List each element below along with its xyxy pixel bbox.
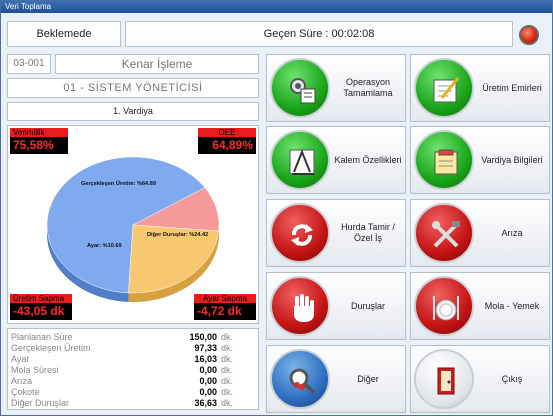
plate-cutlery-icon (414, 276, 474, 336)
window-title: Veri Toplama (1, 1, 552, 13)
operation-code: 03-001 (7, 54, 51, 74)
stat-row: Mola Süresi 0,00 dk. (11, 365, 255, 376)
stat-row: Gerçekleşen Üretim 97,33 dk. (11, 343, 255, 354)
magnifier-icon (270, 349, 330, 409)
stat-row: Planlanan Süre 150,00 dk. (11, 332, 255, 343)
door-exit-icon (414, 349, 474, 409)
stat-row: Çokote 0,00 dk. (11, 387, 255, 398)
ruler-square-icon (270, 130, 330, 190)
operation-complete-button[interactable]: Operasyon Tamamlama (266, 54, 406, 122)
stat-value: 97,33 (194, 343, 217, 353)
stat-unit: dk. (221, 354, 234, 364)
item-properties-label: Kalem Özellikleri (334, 154, 402, 165)
stoppages-label: Duruşlar (350, 300, 385, 311)
efficiency-value: 75,58% (10, 137, 68, 154)
oee-value: 64,89% (198, 137, 256, 154)
production-deviation-kpi: Üretim Sapma -43,05 dk (10, 294, 72, 320)
pencil-notepad-icon (414, 58, 474, 118)
stoppages-button[interactable]: Duruşlar (266, 272, 406, 340)
stat-unit: dk. (221, 343, 234, 353)
oee-label: OEE (198, 128, 256, 137)
fault-button[interactable]: Arıza (410, 199, 550, 267)
operation-complete-label: Operasyon Tamamlama (343, 77, 393, 98)
stat-value: 150,00 (189, 332, 217, 342)
stat-name: Diğer Duruşlar (11, 398, 70, 408)
other-button[interactable]: Diğer (266, 345, 406, 413)
efficiency-kpi: Verimlilik 75,58% (10, 128, 68, 154)
tools-icon (414, 203, 474, 263)
efficiency-label: Verimlilik (10, 128, 68, 137)
scrap-repair-label: Hurda Tamir / Özel İş (341, 222, 395, 243)
status-display: Beklemede (7, 21, 121, 47)
stats-panel: Planlanan Süre 150,00 dk. Gerçekleşen Üreti… (7, 328, 259, 410)
setup-deviation-value: -4,72 dk (194, 303, 256, 320)
stop-button[interactable] (519, 25, 539, 45)
break-meal-button[interactable]: Mola - Yemek (410, 272, 550, 340)
shift-name: 1. Vardiya (7, 102, 259, 121)
stat-name: Planlanan Süre (11, 332, 73, 342)
user-name: 01 - SİSTEM YÖNETİCİSİ (7, 78, 259, 98)
production-deviation-label: Üretim Sapma (10, 294, 72, 303)
pie-label: Ayar: %10.69 (87, 243, 122, 249)
shift-info-label: Vardiya Bilgileri (481, 154, 543, 165)
setup-deviation-kpi: Ayar Sapma -4,72 dk (194, 294, 256, 320)
other-label: Diğer (357, 373, 379, 384)
refresh-arrows-icon (270, 203, 330, 263)
hand-stop-icon (270, 276, 330, 336)
setup-deviation-label: Ayar Sapma (194, 294, 256, 303)
shift-info-button[interactable]: Vardiya Bilgileri (410, 126, 550, 194)
stat-row: Diğer Duruşlar 36,63 dk. (11, 398, 255, 409)
fault-label: Arıza (501, 227, 523, 238)
stat-name: Ayar (11, 354, 30, 364)
chart-panel: Gerçekleşen Üretim: %64.89 Ayar: %10.69 Di… (7, 125, 259, 324)
oee-kpi: OEE 64,89% (198, 128, 256, 154)
stat-row: Ayar 16,03 dk. (11, 354, 255, 365)
stat-value: 36,63 (194, 398, 217, 408)
stat-name: Mola Süresi (11, 365, 59, 375)
production-orders-button[interactable]: Üretim Emirleri (410, 54, 550, 122)
stat-name: Çokote (11, 387, 40, 397)
stat-unit: dk. (221, 387, 234, 397)
gear-checklist-icon (270, 58, 330, 118)
break-meal-label: Mola - Yemek (484, 300, 540, 311)
stat-unit: dk. (221, 365, 234, 375)
pie-label: Gerçekleşen Üretim: %64.89 (81, 180, 156, 187)
stat-row: Arıza 0,00 dk. (11, 376, 255, 387)
operation-name: Kenar İşleme (55, 54, 259, 74)
stat-value: 0,00 (199, 365, 217, 375)
exit-button[interactable]: Çıkış (410, 345, 550, 413)
stat-value: 0,00 (199, 376, 217, 386)
stat-value: 16,03 (194, 354, 217, 364)
stat-unit: dk. (221, 376, 234, 386)
item-properties-button[interactable]: Kalem Özellikleri (266, 126, 406, 194)
stat-unit: dk. (221, 398, 234, 408)
app-window: Veri Toplama Beklemede Geçen Süre : 00:0… (0, 0, 553, 416)
stat-unit: dk. (221, 332, 234, 342)
production-orders-label: Üretim Emirleri (482, 82, 542, 93)
stat-name: Gerçekleşen Üretim (11, 343, 91, 353)
pie-label: Diğer Duruşlar: %24.42 (147, 232, 208, 238)
production-deviation-value: -43,05 dk (10, 303, 72, 320)
exit-label: Çıkış (501, 373, 523, 384)
scrap-repair-button[interactable]: Hurda Tamir / Özel İş (266, 199, 406, 267)
stat-value: 0,00 (199, 387, 217, 397)
elapsed-time-display: Geçen Süre : 00:02:08 (125, 21, 513, 47)
stat-name: Arıza (11, 376, 33, 386)
notepad-icon (414, 130, 474, 190)
